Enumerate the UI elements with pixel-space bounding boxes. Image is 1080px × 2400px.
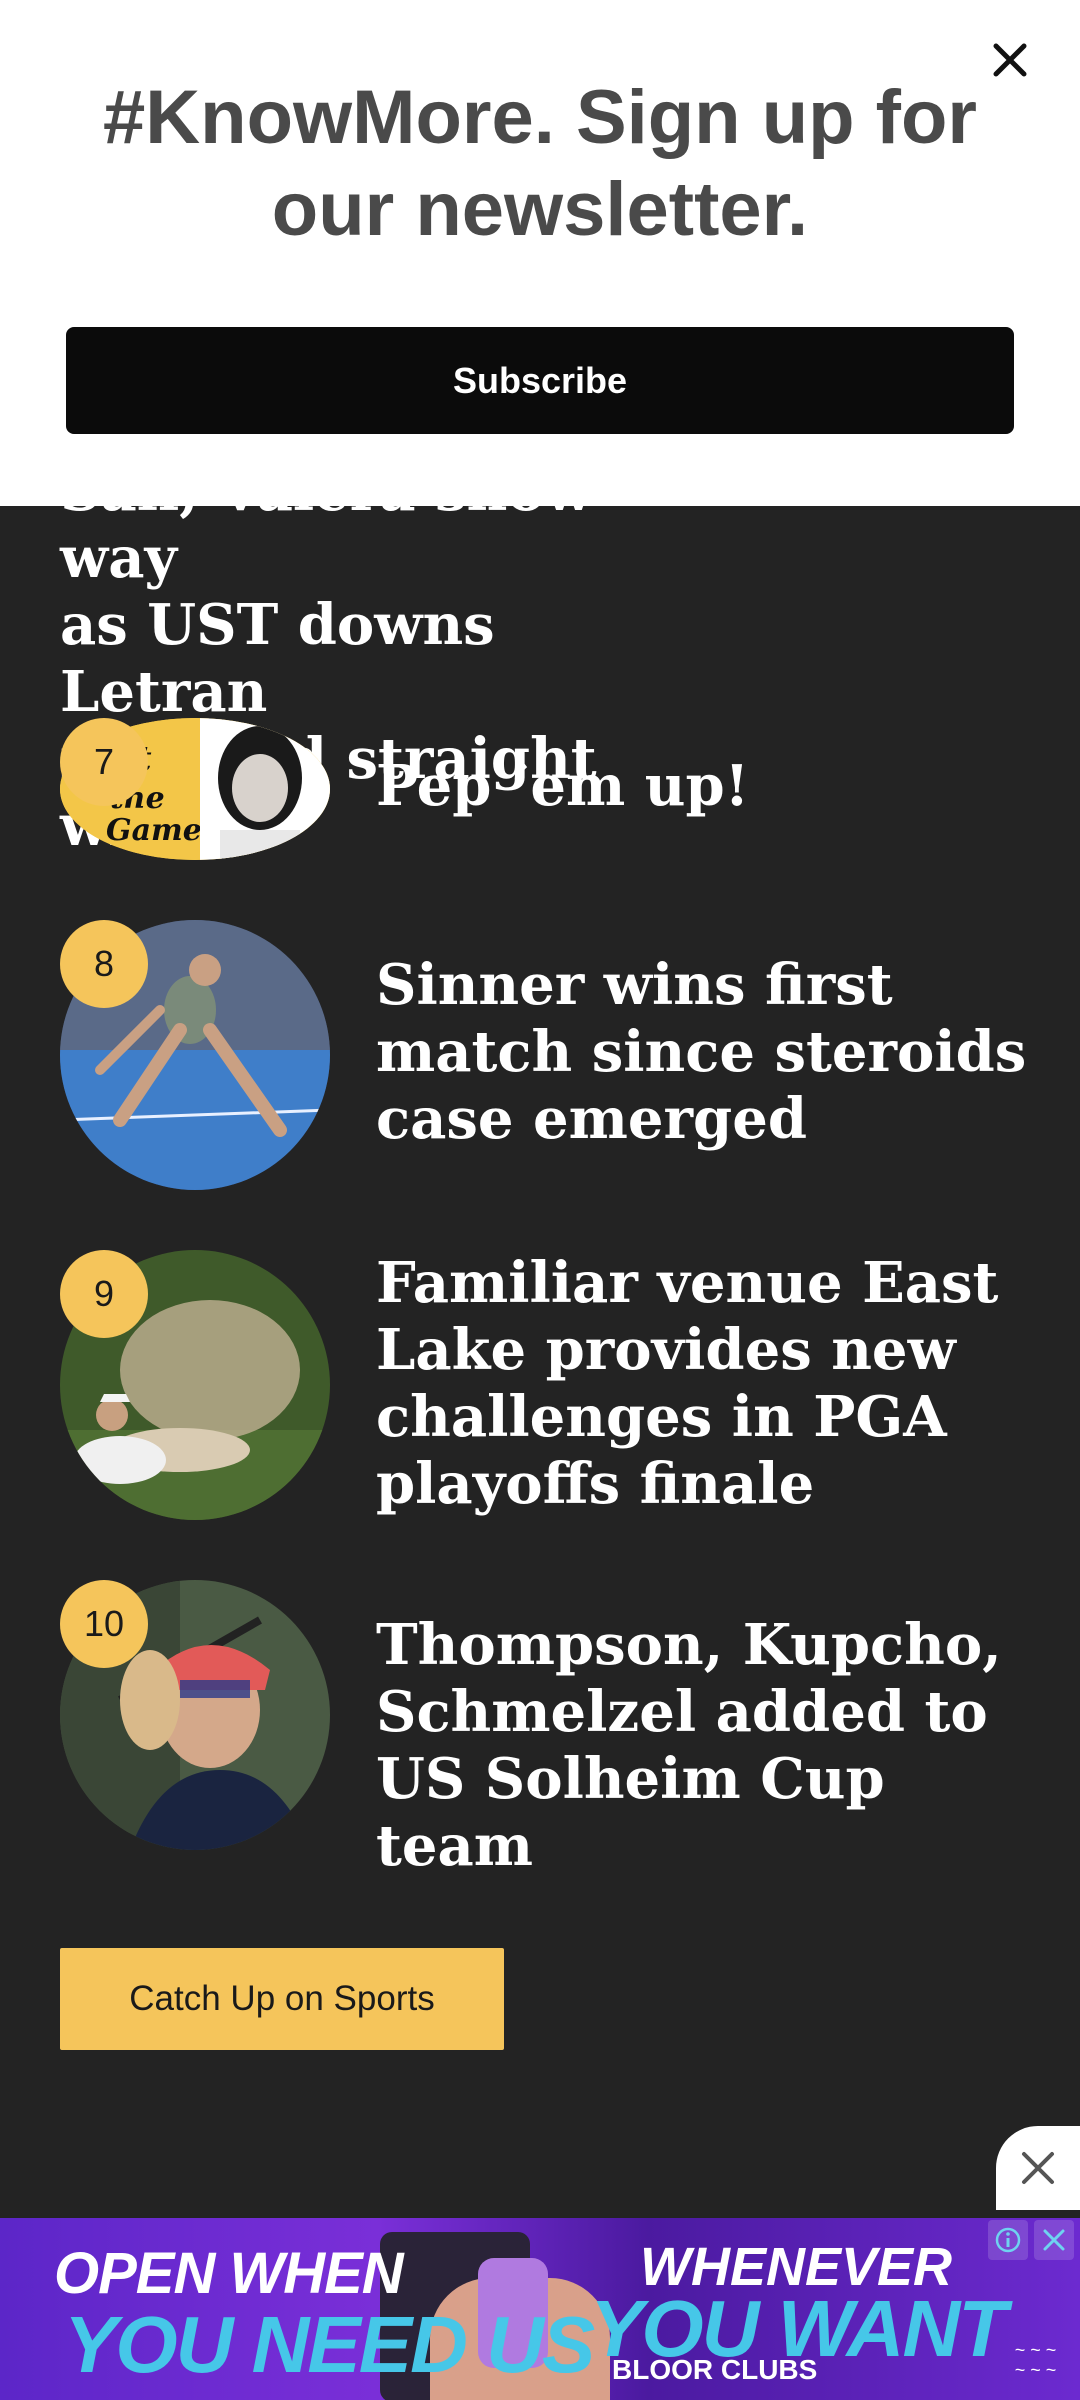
headline[interactable]: Familiar venue East Lake provides new ch… (376, 1250, 1036, 1518)
headline[interactable]: Thompson, Kupcho, Schmelzel added to US … (376, 1612, 1036, 1880)
newsletter-title: #KnowMore. Sign up for our newsletter. (40, 72, 1040, 256)
rank-badge: 9 (60, 1250, 148, 1338)
catch-up-on-sports-button[interactable]: Catch Up on Sports (60, 1948, 504, 2050)
headline[interactable]: Sinner wins first match since steroids c… (376, 952, 1036, 1153)
list-item[interactable]: 10 Thompson, Kupcho, Schmelzel added to … (60, 1580, 1020, 1879)
newsletter-title-line: #KnowMore. Sign up for (103, 75, 977, 160)
list-item[interactable]: rt the Game 7 Pep ‘em up! (60, 718, 1020, 860)
rank-badge: 10 (60, 1580, 148, 1668)
ad-text: BLOOR CLUBS (612, 2354, 818, 2385)
info-icon (995, 2227, 1021, 2253)
ad-dismiss-button[interactable] (1034, 2220, 1074, 2260)
list-item[interactable]: 9 Familiar venue East Lake provides new … (60, 1250, 1020, 1520)
close-icon (1022, 2152, 1054, 2184)
list-item[interactable]: 8 Sinner wins first match since steroids… (60, 920, 1026, 1190)
newsletter-overlay: #KnowMore. Sign up for our newsletter. S… (0, 0, 1080, 506)
ad-corner-decoration: ~ ~ ~ ~ ~ ~ (1014, 2340, 1056, 2380)
rank-badge: 8 (60, 920, 148, 1008)
advertisement-banner[interactable]: OPEN WHEN YOU NEED US WHENEVER YOU WANT … (0, 2218, 1080, 2400)
rank-badge: 7 (60, 718, 148, 806)
newsletter-title-line: our newsletter. (271, 167, 809, 252)
ad-text: YOU NEED US (64, 2300, 595, 2389)
svg-text:Game: Game (106, 813, 202, 848)
ad-close-button[interactable] (996, 2126, 1080, 2210)
close-icon (1043, 2229, 1065, 2251)
subscribe-button[interactable]: Subscribe (66, 327, 1014, 434)
headline[interactable]: Pep ‘em up! (376, 753, 1036, 820)
ad-text: OPEN WHEN (54, 2241, 404, 2306)
partial-headline-line: as UST downs Letran (60, 592, 495, 725)
ad-choices (964, 2218, 1080, 2262)
ad-info-button[interactable] (988, 2220, 1028, 2260)
